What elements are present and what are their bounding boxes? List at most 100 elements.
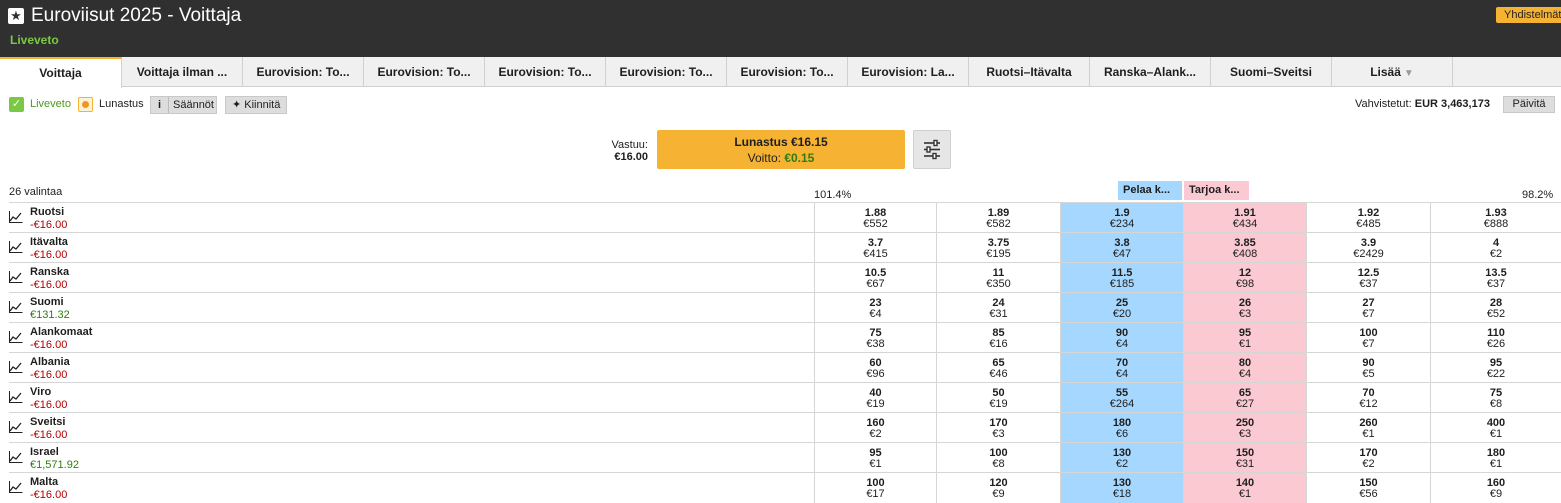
price-chart-icon[interactable] [9,481,23,493]
runner-name[interactable]: Israel [30,446,59,458]
price-chart-icon[interactable] [9,211,23,223]
lay-price-2[interactable]: 70 €12 [1306,383,1430,413]
lay-price-3[interactable]: 95 €22 [1430,353,1561,383]
runner-name[interactable]: Sveitsi [30,416,65,428]
back-price-best[interactable]: 90 €4 [1060,323,1183,353]
lay-all-header[interactable]: Tarjoa k... [1184,181,1249,200]
refresh-button[interactable]: Päivitä [1503,96,1555,113]
lay-price-3[interactable]: 1.93 €888 [1430,203,1561,233]
runner-name[interactable]: Alankomaat [30,326,92,338]
lay-price-best[interactable]: 65 €27 [1183,383,1306,413]
price-chart-icon[interactable] [9,301,23,313]
lay-price-2[interactable]: 90 €5 [1306,353,1430,383]
price-chart-icon[interactable] [9,271,23,283]
cashout-button[interactable]: Lunastus €16.15 Voitto: €0.15 [657,130,905,169]
back-price-2[interactable]: 120 €9 [936,473,1060,503]
lay-price-2[interactable]: 100 €7 [1306,323,1430,353]
back-price-best[interactable]: 25 €20 [1060,293,1183,323]
lay-price-best[interactable]: 26 €3 [1183,293,1306,323]
combination-button[interactable]: Yhdistelmät [1496,7,1561,23]
lay-price-best[interactable]: 3.85 €408 [1183,233,1306,263]
lay-price-3[interactable]: 13.5 €37 [1430,263,1561,293]
back-price-2[interactable]: 1.89 €582 [936,203,1060,233]
runner-name[interactable]: Suomi [30,296,64,308]
back-price-2[interactable]: 3.75 €195 [936,233,1060,263]
back-price-3[interactable]: 10.5 €67 [814,263,936,293]
back-price-3[interactable]: 60 €96 [814,353,936,383]
lay-price-best[interactable]: 80 €4 [1183,353,1306,383]
back-price-3[interactable]: 40 €19 [814,383,936,413]
back-price-3[interactable]: 75 €38 [814,323,936,353]
back-price-best[interactable]: 3.8 €47 [1060,233,1183,263]
lay-price-3[interactable]: 28 €52 [1430,293,1561,323]
runner-name[interactable]: Ruotsi [30,206,64,218]
runner-name[interactable]: Ranska [30,266,69,278]
lay-price-2[interactable]: 260 €1 [1306,413,1430,443]
runner-name[interactable]: Malta [30,476,58,488]
lay-price-2[interactable]: 170 €2 [1306,443,1430,473]
tab-1[interactable]: Voittaja ilman ... [122,57,243,87]
lay-price-2[interactable]: 1.92 €485 [1306,203,1430,233]
tab-4[interactable]: Eurovision: To... [485,57,606,87]
price-chart-icon[interactable] [9,241,23,253]
back-all-header[interactable]: Pelaa k... [1118,181,1182,200]
lay-price-3[interactable]: 75 €8 [1430,383,1561,413]
back-price-3[interactable]: 1.88 €552 [814,203,936,233]
price-chart-icon[interactable] [9,391,23,403]
back-price-2[interactable]: 50 €19 [936,383,1060,413]
tab-0[interactable]: Voittaja [0,57,122,88]
price-chart-icon[interactable] [9,331,23,343]
back-price-3[interactable]: 100 €17 [814,473,936,503]
lay-price-3[interactable]: 4 €2 [1430,233,1561,263]
cashout-checkbox-icon[interactable] [78,97,93,112]
tab-7[interactable]: Eurovision: La... [848,57,969,87]
back-price-2[interactable]: 65 €46 [936,353,1060,383]
lay-price-2[interactable]: 27 €7 [1306,293,1430,323]
back-price-2[interactable]: 100 €8 [936,443,1060,473]
back-price-3[interactable]: 160 €2 [814,413,936,443]
rules-button[interactable]: i Säännöt [150,96,217,114]
live-checkbox-icon[interactable]: ✓ [9,97,24,112]
lay-price-2[interactable]: 150 €56 [1306,473,1430,503]
tab-6[interactable]: Eurovision: To... [727,57,848,87]
back-price-best[interactable]: 180 €6 [1060,413,1183,443]
back-price-best[interactable]: 130 €18 [1060,473,1183,503]
lay-price-best[interactable]: 150 €31 [1183,443,1306,473]
tab-10[interactable]: Suomi–Sveitsi [1211,57,1332,87]
lay-price-3[interactable]: 400 €1 [1430,413,1561,443]
back-price-2[interactable]: 85 €16 [936,323,1060,353]
runner-name[interactable]: Viro [30,386,51,398]
runner-name[interactable]: Albania [30,356,70,368]
lay-price-2[interactable]: 12.5 €37 [1306,263,1430,293]
back-price-2[interactable]: 24 €31 [936,293,1060,323]
back-price-3[interactable]: 3.7 €415 [814,233,936,263]
lay-price-3[interactable]: 160 €9 [1430,473,1561,503]
price-chart-icon[interactable] [9,421,23,433]
tab-3[interactable]: Eurovision: To... [364,57,485,87]
lay-price-best[interactable]: 95 €1 [1183,323,1306,353]
back-price-best[interactable]: 130 €2 [1060,443,1183,473]
lay-price-3[interactable]: 180 €1 [1430,443,1561,473]
tab-8[interactable]: Ruotsi–Itävalta [969,57,1090,87]
back-price-best[interactable]: 55 €264 [1060,383,1183,413]
back-price-2[interactable]: 11 €350 [936,263,1060,293]
back-price-3[interactable]: 23 €4 [814,293,936,323]
back-price-best[interactable]: 1.9 €234 [1060,203,1183,233]
lay-price-best[interactable]: 140 €1 [1183,473,1306,503]
favourite-star-icon[interactable]: ★ [8,8,24,24]
back-price-best[interactable]: 11.5 €185 [1060,263,1183,293]
back-price-2[interactable]: 170 €3 [936,413,1060,443]
price-chart-icon[interactable] [9,361,23,373]
back-price-best[interactable]: 70 €4 [1060,353,1183,383]
runner-name[interactable]: Itävalta [30,236,68,248]
price-chart-icon[interactable] [9,451,23,463]
lay-price-best[interactable]: 1.91 €434 [1183,203,1306,233]
cashout-settings-button[interactable] [913,130,951,169]
lay-price-best[interactable]: 250 €3 [1183,413,1306,443]
lay-price-3[interactable]: 110 €26 [1430,323,1561,353]
lay-price-best[interactable]: 12 €98 [1183,263,1306,293]
tab-5[interactable]: Eurovision: To... [606,57,727,87]
tab-9[interactable]: Ranska–Alank... [1090,57,1211,87]
back-price-3[interactable]: 95 €1 [814,443,936,473]
lay-price-2[interactable]: 3.9 €2429 [1306,233,1430,263]
